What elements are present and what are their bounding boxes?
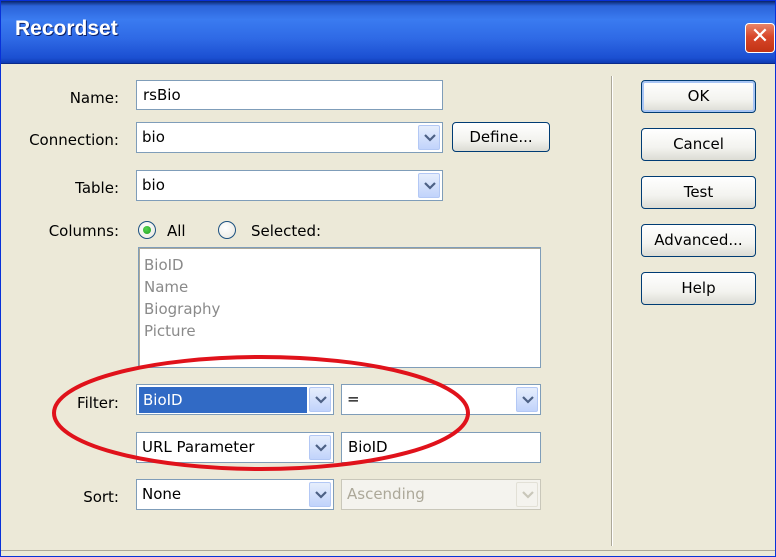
sort-direction-select: Ascending	[341, 479, 541, 510]
chevron-down-icon[interactable]	[418, 173, 440, 198]
columns-all-label[interactable]: All	[167, 222, 186, 240]
define-button[interactable]: Define...	[452, 122, 550, 152]
table-select[interactable]: bio	[136, 170, 443, 201]
close-button[interactable]: ✕	[745, 23, 775, 53]
columns-listbox[interactable]: BioID Name Biography Picture	[138, 247, 541, 368]
chevron-down-icon[interactable]	[516, 387, 538, 412]
vertical-divider	[611, 76, 613, 546]
list-item[interactable]: Name	[144, 276, 540, 298]
connection-label: Connection:	[29, 131, 119, 149]
name-label: Name:	[69, 89, 119, 107]
list-item[interactable]: Picture	[144, 320, 540, 342]
recordset-dialog: Recordset ✕ Name: rsBio Connection: bio …	[0, 0, 776, 557]
title-bar[interactable]: Recordset ✕	[1, 1, 775, 64]
radio-selected-icon	[143, 226, 151, 234]
sort-label: Sort:	[83, 488, 119, 506]
ok-button[interactable]: OK	[641, 80, 756, 113]
highlight-annotation	[52, 355, 470, 471]
columns-selected-radio[interactable]	[218, 221, 236, 239]
columns-selected-label[interactable]: Selected:	[251, 222, 321, 240]
list-item[interactable]: Biography	[144, 298, 540, 320]
connection-select[interactable]: bio	[136, 122, 443, 153]
test-button[interactable]: Test	[641, 176, 756, 209]
window-title: Recordset	[15, 17, 118, 40]
name-input[interactable]: rsBio	[136, 80, 443, 110]
help-button[interactable]: Help	[641, 272, 756, 305]
bottom-edge	[1, 550, 775, 551]
chevron-down-icon	[516, 482, 538, 507]
sort-direction-value: Ascending	[347, 485, 425, 503]
advanced-button[interactable]: Advanced...	[641, 224, 756, 257]
columns-all-radio[interactable]	[138, 221, 156, 239]
sort-column-value: None	[142, 485, 182, 503]
table-label: Table:	[75, 179, 119, 197]
sort-column-select[interactable]: None	[136, 479, 334, 510]
chevron-down-icon[interactable]	[309, 482, 331, 507]
connection-value: bio	[142, 128, 165, 146]
chevron-down-icon[interactable]	[418, 125, 440, 150]
columns-label: Columns:	[48, 222, 119, 240]
table-value: bio	[142, 176, 165, 194]
close-icon: ✕	[750, 24, 770, 49]
cancel-button[interactable]: Cancel	[641, 128, 756, 161]
list-item[interactable]: BioID	[144, 254, 540, 276]
